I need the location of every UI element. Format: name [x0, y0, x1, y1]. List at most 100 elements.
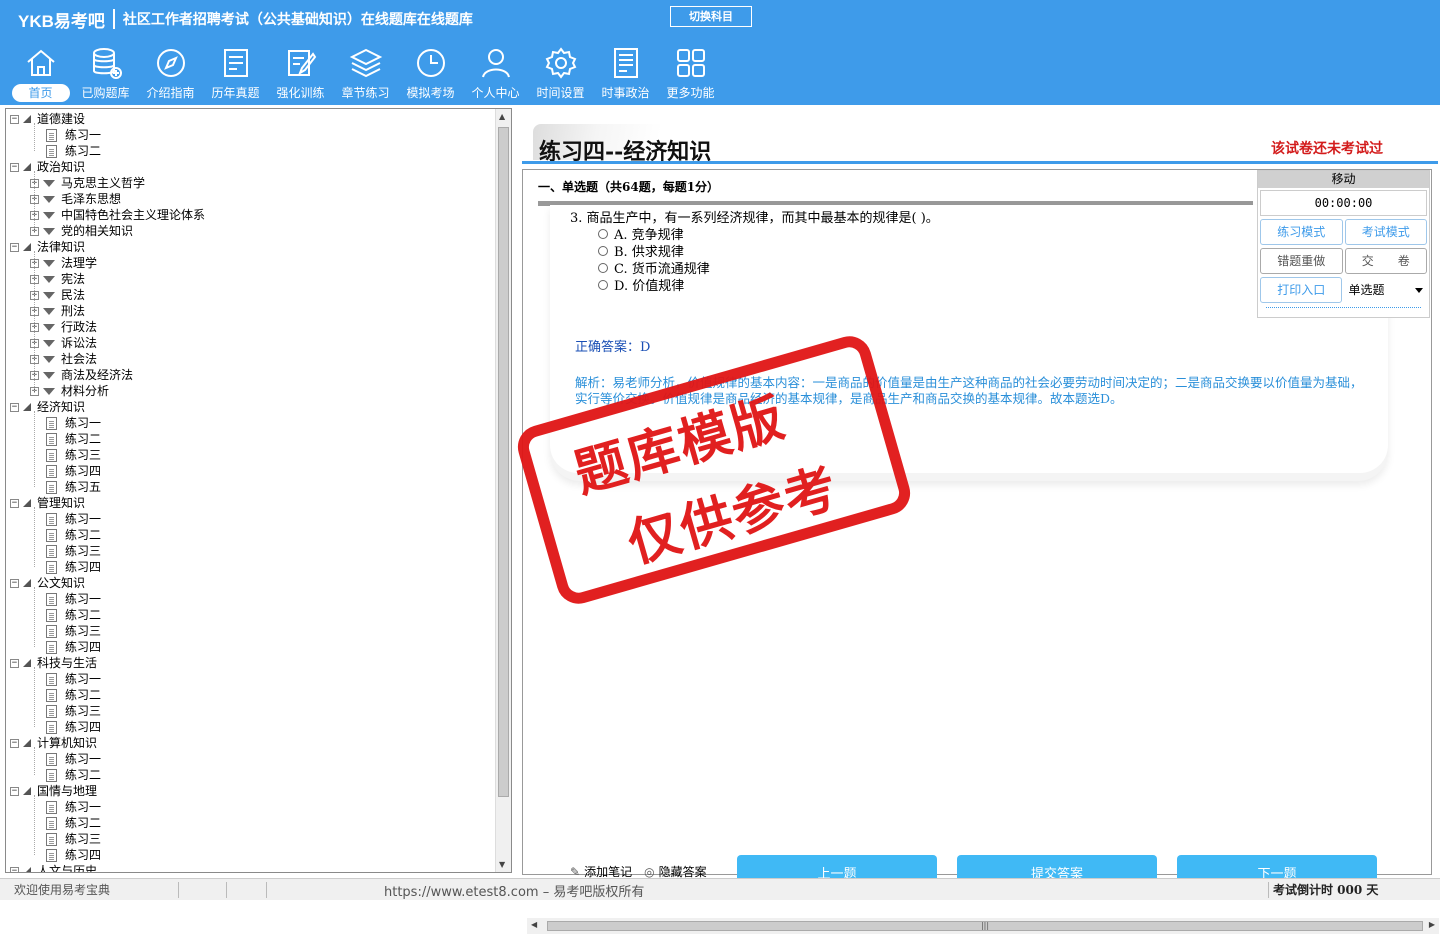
- tree-exercise[interactable]: 练习二: [46, 815, 101, 831]
- radio-button[interactable]: [598, 262, 608, 273]
- tree-exercise[interactable]: 练习二: [46, 527, 101, 543]
- tree-exercise[interactable]: 练习一: [46, 671, 101, 687]
- tree-exercise[interactable]: 练习四: [46, 639, 101, 655]
- tree-category[interactable]: − 科技与生活: [10, 655, 97, 671]
- tree-category[interactable]: − 人文与历史: [10, 863, 97, 872]
- tree-category[interactable]: − 计算机知识: [10, 735, 97, 751]
- tree-category[interactable]: − 经济知识: [10, 399, 85, 415]
- collapse-icon[interactable]: −: [10, 114, 19, 124]
- practice-mode-button[interactable]: 练习模式: [1260, 219, 1343, 245]
- radio-button[interactable]: [598, 279, 608, 290]
- tree-scrollbar[interactable]: ▲ ▼: [495, 109, 511, 872]
- tree-category[interactable]: − 公文知识: [10, 575, 85, 591]
- expanded-arrow-icon: [23, 163, 31, 171]
- scroll-up-icon[interactable]: ▲: [499, 112, 505, 121]
- tree-exercise[interactable]: 练习一: [46, 415, 101, 431]
- tree-exercise[interactable]: 练习四: [46, 719, 101, 735]
- tree-subcategory[interactable]: + 刑法: [30, 303, 85, 319]
- tree-subcategory[interactable]: + 民法: [30, 287, 85, 303]
- tree-connector: [34, 587, 35, 647]
- collapse-icon[interactable]: −: [10, 578, 19, 588]
- collapse-icon[interactable]: −: [10, 786, 19, 796]
- tree-subcategory[interactable]: + 商法及经济法: [30, 367, 133, 383]
- tree-subcategory[interactable]: + 毛泽东思想: [30, 191, 121, 207]
- horizontal-scroll-thumb[interactable]: |||: [547, 921, 1423, 931]
- document-icon: [46, 528, 57, 542]
- submit-paper-button[interactable]: 交 卷: [1344, 248, 1427, 274]
- nav-time-settings[interactable]: 时间设置: [528, 46, 593, 104]
- print-button[interactable]: 打印入口: [1260, 277, 1343, 303]
- tree-category[interactable]: − 管理知识: [10, 495, 85, 511]
- pencil-icon: ✎: [570, 864, 581, 879]
- radio-button[interactable]: [598, 245, 608, 256]
- tree-exercise[interactable]: 练习四: [46, 463, 101, 479]
- tree-subcategory[interactable]: + 中国特色社会主义理论体系: [30, 207, 205, 223]
- tree-subcategory[interactable]: + 法理学: [30, 255, 97, 271]
- tree-exercise[interactable]: 练习三: [46, 831, 101, 847]
- nav-current-affairs[interactable]: 时事政治: [593, 46, 658, 104]
- tree-exercise[interactable]: 练习二: [46, 687, 101, 703]
- document-icon: [46, 128, 57, 142]
- tree-subcategory[interactable]: + 诉讼法: [30, 335, 97, 351]
- collapse-icon[interactable]: −: [10, 498, 19, 508]
- collapse-icon[interactable]: −: [10, 402, 19, 412]
- tree-exercise[interactable]: 练习二: [46, 431, 101, 447]
- collapse-icon[interactable]: −: [10, 738, 19, 748]
- tree-subcategory[interactable]: + 宪法: [30, 271, 85, 287]
- tree-exercise[interactable]: 练习五: [46, 479, 101, 495]
- tree-subcategory[interactable]: + 社会法: [30, 351, 97, 367]
- tree-exercise[interactable]: 练习二: [46, 767, 101, 783]
- tree-subcategory[interactable]: + 材料分析: [30, 383, 109, 399]
- nav-chapter[interactable]: 章节练习: [333, 46, 398, 104]
- tree-subcategory[interactable]: + 马克思主义哲学: [30, 175, 145, 191]
- question-type-select[interactable]: 单选题: [1344, 277, 1427, 303]
- radio-button[interactable]: [598, 228, 608, 239]
- expanded-arrow-icon: [23, 243, 31, 251]
- tree-category[interactable]: − 道德建设: [10, 111, 85, 127]
- tree-category[interactable]: − 法律知识: [10, 239, 85, 255]
- exam-mode-button[interactable]: 考试模式: [1344, 219, 1427, 245]
- nav-past-papers[interactable]: 历年真题: [203, 46, 268, 104]
- horizontal-scrollbar[interactable]: ◀ ||| ▶: [527, 918, 1439, 934]
- scroll-left-icon[interactable]: ◀: [531, 920, 537, 929]
- switch-subject-button[interactable]: 切换科目: [670, 6, 752, 27]
- tree-exercise[interactable]: 练习一: [46, 751, 101, 767]
- scroll-down-icon[interactable]: ▼: [499, 860, 505, 869]
- collapse-icon[interactable]: −: [10, 242, 19, 252]
- tree-category[interactable]: − 政治知识: [10, 159, 85, 175]
- tree-exercise[interactable]: 练习四: [46, 559, 101, 575]
- move-handle[interactable]: 移动: [1258, 171, 1429, 188]
- nav-home[interactable]: 首页: [8, 46, 73, 104]
- tree-item-label: 练习二: [65, 768, 102, 782]
- clock-icon: [416, 49, 445, 77]
- collapse-icon[interactable]: −: [10, 658, 19, 668]
- scroll-right-icon[interactable]: ▶: [1429, 920, 1435, 929]
- redo-wrong-button[interactable]: 错题重做: [1260, 248, 1343, 274]
- nav-guide[interactable]: 介绍指南: [138, 46, 203, 104]
- tree-exercise[interactable]: 练习三: [46, 703, 101, 719]
- tree-exercise[interactable]: 练习四: [46, 847, 101, 863]
- nav-training[interactable]: 强化训练: [268, 46, 333, 104]
- tree-exercise[interactable]: 练习二: [46, 143, 101, 159]
- option-d[interactable]: D. 价值规律: [598, 275, 684, 294]
- tree-exercise[interactable]: 练习三: [46, 543, 101, 559]
- collapse-icon[interactable]: −: [10, 866, 19, 872]
- nav-profile[interactable]: 个人中心: [463, 46, 528, 104]
- tree-exercise[interactable]: 练习一: [46, 511, 101, 527]
- tree-exercise[interactable]: 练习三: [46, 447, 101, 463]
- collapse-icon[interactable]: −: [10, 162, 19, 172]
- nav-mock-exam[interactable]: 模拟考场: [398, 46, 463, 104]
- tree-exercise[interactable]: 练习一: [46, 127, 101, 143]
- nav-more[interactable]: 更多功能: [658, 46, 723, 104]
- nav-purchased[interactable]: 已购题库: [73, 46, 138, 104]
- app-title: 社区工作者招聘考试（公共基础知识）在线题库在线题库: [122, 12, 473, 28]
- tree-exercise[interactable]: 练习一: [46, 799, 101, 815]
- tree-exercise[interactable]: 练习一: [46, 591, 101, 607]
- tree-subcategory[interactable]: + 行政法: [30, 319, 97, 335]
- tree-item-label: 练习二: [65, 688, 102, 702]
- tree-exercise[interactable]: 练习二: [46, 607, 101, 623]
- tree-category[interactable]: − 国情与地理: [10, 783, 97, 799]
- tree-subcategory[interactable]: + 党的相关知识: [30, 223, 133, 239]
- tree-scroll-thumb[interactable]: [498, 127, 509, 797]
- tree-exercise[interactable]: 练习三: [46, 623, 101, 639]
